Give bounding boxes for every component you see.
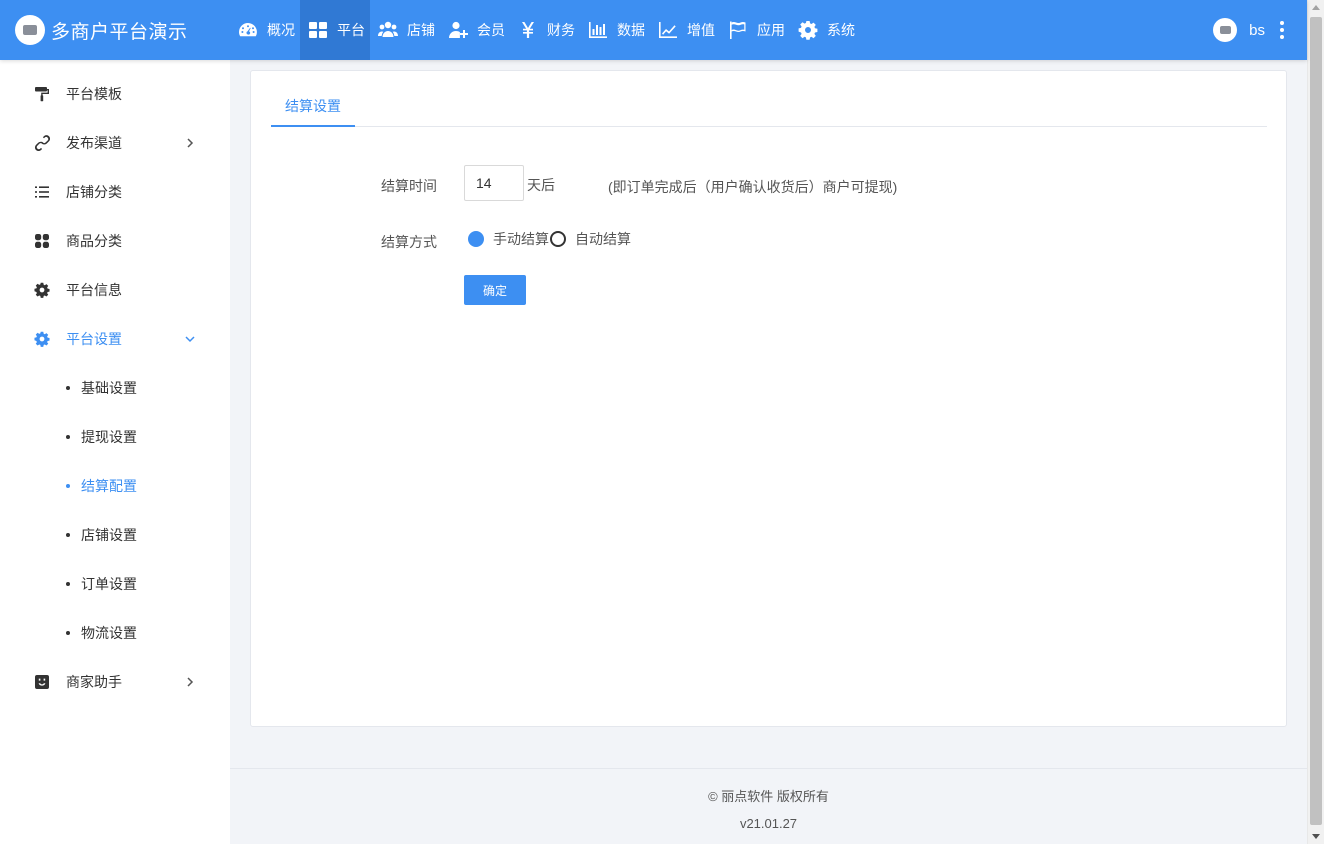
settlement-settings-card: 结算设置 结算时间 天后 (即订单完成后（用户确认收货后）商户可提现) 结算方式… [250, 70, 1287, 727]
scroll-up-icon[interactable] [1312, 5, 1320, 10]
version-text: v21.01.27 [739, 816, 798, 831]
gear-icon [798, 20, 818, 40]
settle-days-unit: 天后 [527, 177, 555, 193]
top-navbar: 多商户平台演示 概况 平台 店铺 会员 财务 数据 增值 应用 系统 bs [0, 0, 1307, 60]
nav-item-finance[interactable]: 财务 [510, 0, 580, 60]
radio-label: 自动结算 [575, 231, 631, 247]
sidebar-subitem-order-settings[interactable]: 订单设置 [0, 559, 230, 608]
paint-roller-icon [34, 86, 50, 102]
nav-label: 财务 [547, 22, 575, 38]
main-nav: 概况 平台 店铺 会员 财务 数据 增值 应用 系统 [230, 0, 860, 60]
nav-label: 概况 [267, 22, 295, 38]
settle-time-label: 结算时间 [381, 178, 437, 194]
avatar[interactable] [1213, 18, 1238, 42]
gear-icon [34, 331, 50, 347]
sidebar-item-label: 发布渠道 [66, 134, 122, 151]
sidebar-item-label: 店铺分类 [66, 183, 122, 200]
sidebar-item-label: 商家助手 [66, 673, 122, 690]
nav-item-apps[interactable]: 应用 [720, 0, 790, 60]
radio-manual-settlement[interactable]: 手动结算 [468, 229, 549, 249]
sidebar-subitem-settlement-config[interactable]: 结算配置 [0, 461, 230, 510]
nav-item-value-added[interactable]: 增值 [650, 0, 720, 60]
nav-item-system[interactable]: 系统 [790, 0, 860, 60]
footer: © 丽点软件 版权所有 v21.01.27 [230, 768, 1307, 844]
settle-days-input[interactable] [464, 165, 524, 201]
nav-item-data[interactable]: 数据 [580, 0, 650, 60]
tab-bar: 结算设置 [271, 89, 1267, 127]
copyright-text: © 丽点软件 版权所有 [708, 789, 829, 804]
sidebar-item-label: 平台模板 [66, 85, 122, 102]
sidebar-item-platform-info[interactable]: 平台信息 [0, 265, 230, 314]
settle-method-label: 结算方式 [381, 234, 437, 250]
brand[interactable]: 多商户平台演示 [0, 0, 230, 60]
chevron-right-icon [184, 136, 196, 148]
nav-item-platform[interactable]: 平台 [300, 0, 370, 60]
sidebar-item-publish-channel[interactable]: 发布渠道 [0, 118, 230, 167]
username[interactable]: bs [1249, 22, 1265, 39]
chevron-down-icon [184, 332, 196, 344]
apps-icon [34, 233, 50, 249]
radio-label: 手动结算 [493, 231, 549, 247]
nav-label: 店铺 [407, 22, 435, 38]
tab-settlement-settings[interactable]: 结算设置 [271, 89, 355, 127]
sidebar-item-platform-template[interactable]: 平台模板 [0, 69, 230, 118]
sidebar-item-merchant-assistant[interactable]: 商家助手 [0, 657, 230, 706]
sidebar-item-platform-settings[interactable]: 平台设置 [0, 314, 230, 363]
nav-label: 增值 [687, 22, 715, 38]
gear-icon [34, 282, 50, 298]
nav-item-overview[interactable]: 概况 [230, 0, 300, 60]
more-vertical-icon[interactable] [1279, 21, 1285, 39]
radio-unchecked-icon [550, 231, 566, 247]
sidebar-item-shop-category[interactable]: 店铺分类 [0, 167, 230, 216]
settle-hint-text: (即订单完成后（用户确认收货后）商户可提现) [608, 179, 898, 195]
users-icon [378, 20, 398, 40]
list-icon [34, 184, 50, 200]
nav-label: 系统 [827, 22, 855, 38]
user-add-icon [448, 20, 468, 40]
brand-logo [15, 15, 45, 45]
sidebar-item-goods-category[interactable]: 商品分类 [0, 216, 230, 265]
radio-auto-settlement[interactable]: 自动结算 [550, 229, 631, 249]
chevron-right-icon [184, 675, 196, 687]
nav-item-members[interactable]: 会员 [440, 0, 510, 60]
radio-checked-icon [468, 231, 484, 247]
bar-chart-icon [588, 20, 608, 40]
brand-title: 多商户平台演示 [51, 21, 188, 43]
nav-item-shops[interactable]: 店铺 [370, 0, 440, 60]
user-menu[interactable]: bs [1213, 0, 1285, 60]
sidebar-item-label: 商品分类 [66, 232, 122, 249]
nav-label: 数据 [617, 22, 645, 38]
grid-icon [308, 20, 328, 40]
scroll-thumb[interactable] [1310, 17, 1322, 825]
nav-label: 应用 [757, 22, 785, 38]
sidebar-subitem-basic-settings[interactable]: 基础设置 [0, 363, 230, 412]
dashboard-icon [238, 20, 258, 40]
page-scrollbar[interactable] [1307, 0, 1324, 844]
sidebar-item-label: 平台设置 [66, 330, 122, 347]
sidebar-subitem-shop-settings[interactable]: 店铺设置 [0, 510, 230, 559]
confirm-button[interactable]: 确定 [464, 275, 526, 305]
nav-label: 平台 [337, 22, 365, 38]
smile-icon [34, 674, 50, 690]
flag-icon [728, 20, 748, 40]
sidebar-subitem-withdraw-settings[interactable]: 提现设置 [0, 412, 230, 461]
scroll-down-icon[interactable] [1312, 834, 1320, 839]
yen-icon [518, 20, 538, 40]
sidebar-subitem-logistics-settings[interactable]: 物流设置 [0, 608, 230, 657]
link-icon [34, 134, 50, 151]
nav-label: 会员 [477, 22, 505, 38]
sidebar-item-label: 平台信息 [66, 281, 122, 298]
sidebar: 平台模板 发布渠道 店铺分类 商品分类 平台信息 平台设置 基础设置 提现设置 … [0, 60, 230, 844]
line-chart-icon [658, 20, 678, 40]
